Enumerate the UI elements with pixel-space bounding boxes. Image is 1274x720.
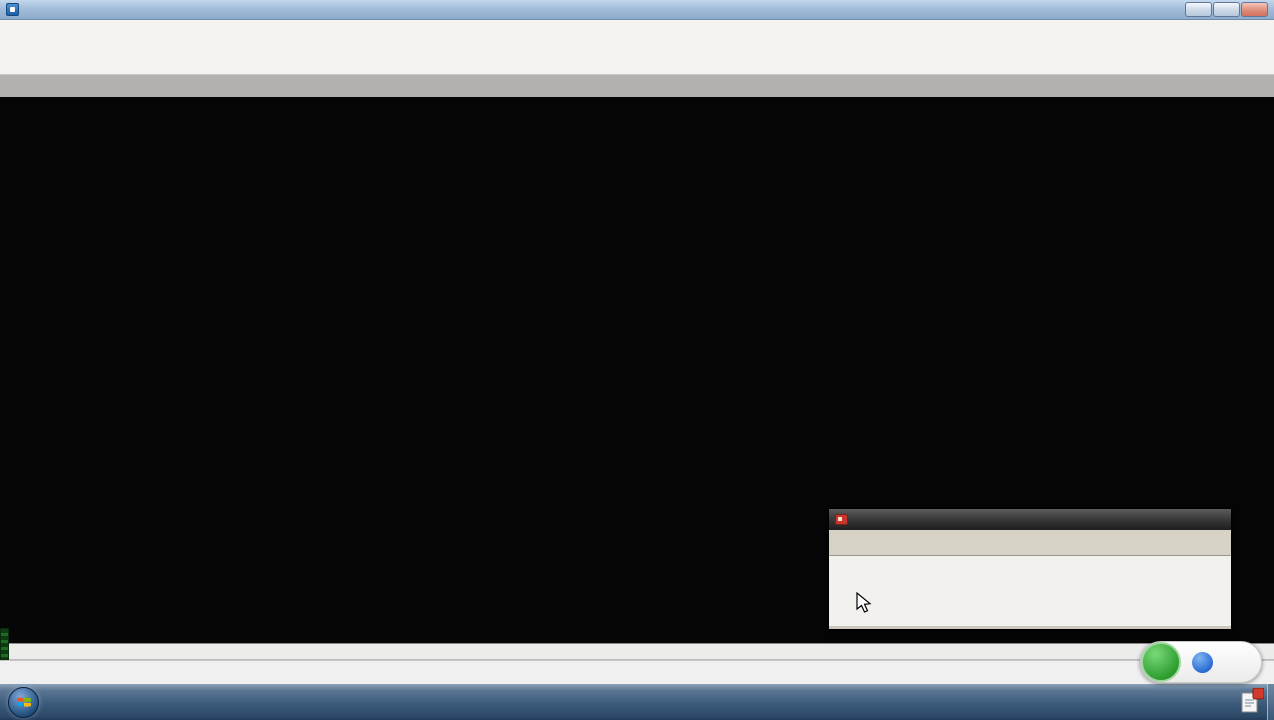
app-icon [6, 3, 19, 16]
ocam-body [829, 556, 1231, 626]
network-speed-widget[interactable] [1140, 641, 1262, 683]
mouse-cursor [856, 592, 873, 617]
document-tab-bar [0, 75, 1274, 97]
close-button[interactable] [1241, 2, 1268, 17]
toolbar [0, 20, 1274, 75]
ocam-window [828, 508, 1232, 630]
status-bar [0, 660, 1274, 684]
taskbar [0, 684, 1274, 720]
start-button[interactable] [8, 687, 39, 718]
memory-usage-badge [1141, 642, 1181, 682]
net-speeds [1186, 646, 1188, 678]
plus-button[interactable] [1192, 652, 1213, 673]
show-desktop-button[interactable] [1267, 684, 1274, 720]
minimize-button[interactable] [1185, 2, 1212, 17]
restore-button[interactable] [1213, 2, 1240, 17]
ocam-app-icon [835, 514, 848, 525]
ocam-title-bar[interactable] [829, 509, 1231, 530]
model-tab-bar [0, 643, 1274, 660]
notification-icon[interactable] [1238, 688, 1264, 716]
windows-flag-icon [15, 693, 33, 711]
desktop-gadget[interactable] [0, 628, 9, 660]
desktop [0, 0, 1274, 720]
title-bar [0, 0, 1274, 20]
ocam-tab-bar [829, 530, 1231, 556]
